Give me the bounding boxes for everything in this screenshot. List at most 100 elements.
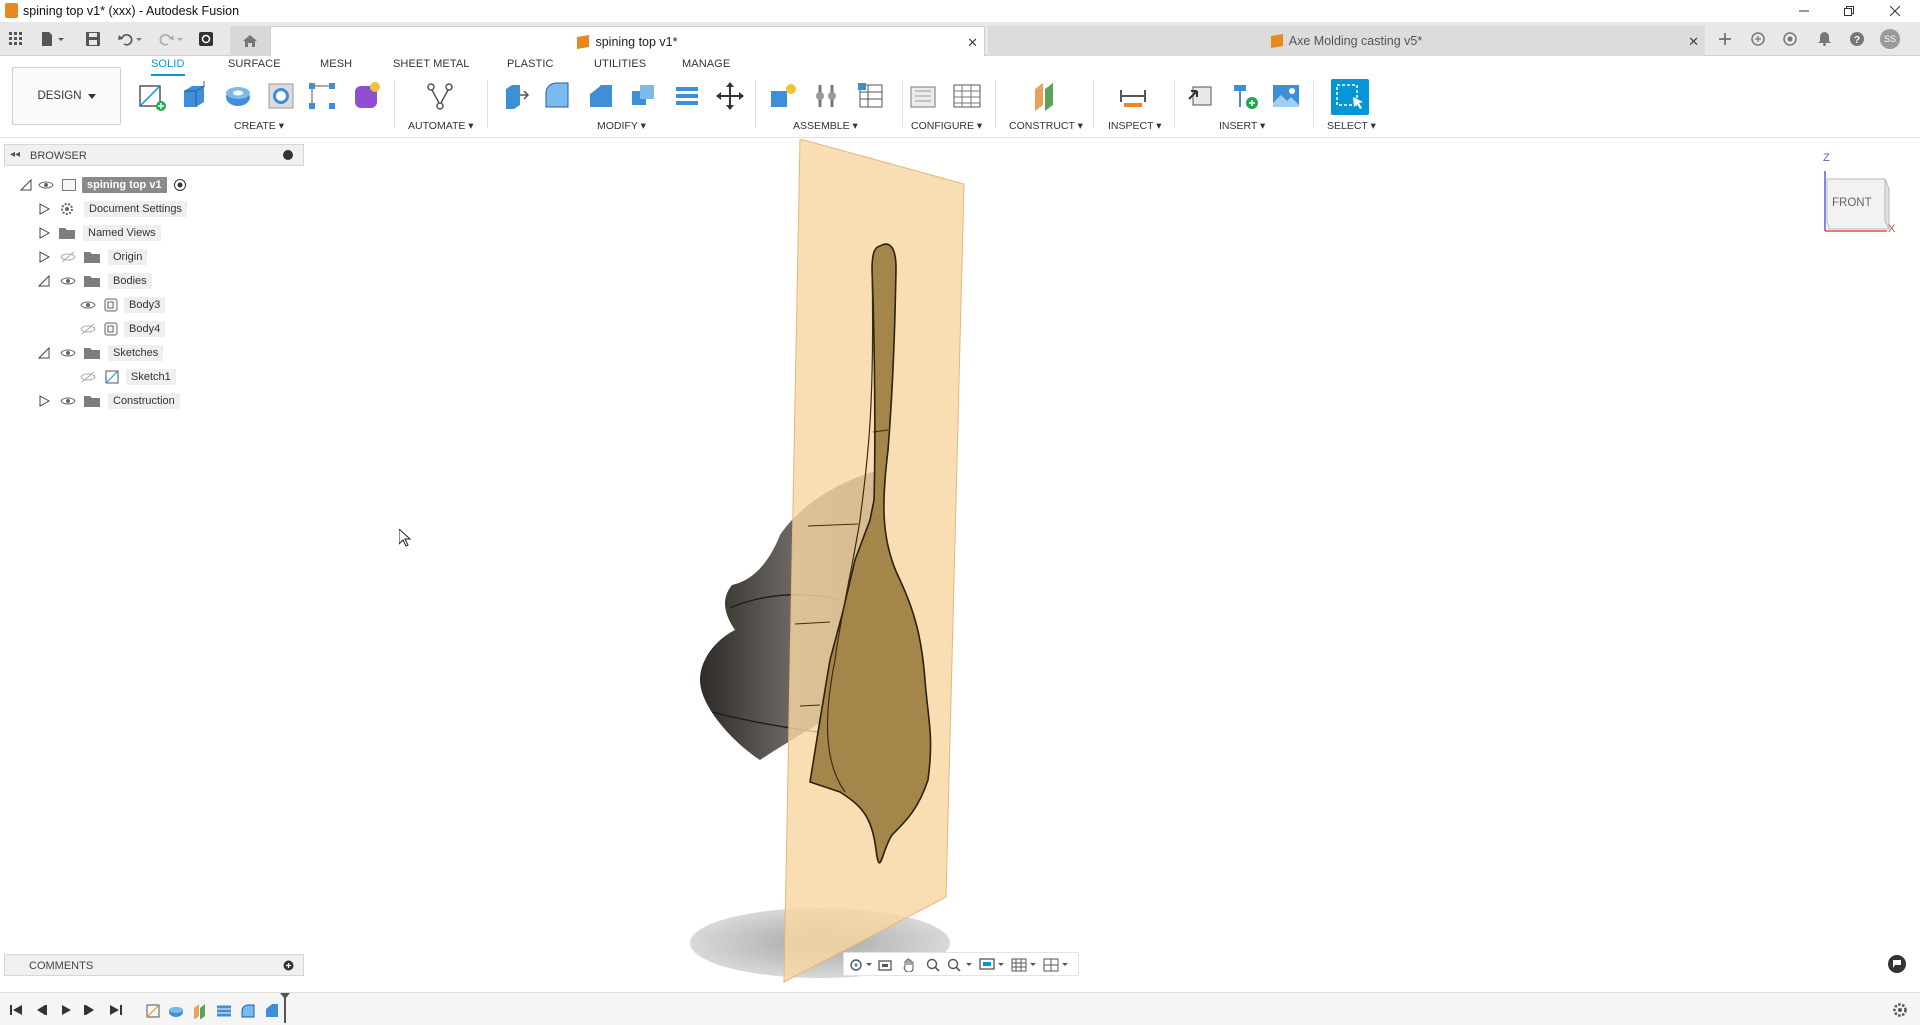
home-tab[interactable] (230, 26, 270, 56)
inspect-menu[interactable]: INSPECT ▾ (1108, 120, 1162, 132)
eye-icon[interactable] (60, 395, 76, 407)
close-tab-icon[interactable]: ✕ (1688, 34, 1699, 50)
close-tab-icon[interactable]: ✕ (967, 35, 978, 51)
fillet-icon[interactable] (540, 79, 574, 113)
chamfer-icon[interactable] (584, 79, 618, 113)
eye-icon[interactable] (60, 347, 76, 359)
insert-menu[interactable]: INSERT ▾ (1219, 120, 1265, 132)
form-icon[interactable] (349, 79, 383, 113)
timeline-construction-icon[interactable] (192, 1003, 208, 1019)
tree-root[interactable]: spining top v1 (20, 174, 187, 196)
pattern-icon[interactable] (305, 79, 339, 113)
tree-item-sketches[interactable]: Sketches (38, 342, 164, 364)
timeline-marker[interactable] (284, 995, 286, 1023)
step-forward-icon[interactable] (82, 1003, 98, 1017)
eye-icon[interactable] (38, 179, 54, 191)
tree-item-body3[interactable]: Body3 (80, 294, 166, 316)
grid-settings-icon[interactable] (1010, 956, 1038, 974)
eye-hidden-icon[interactable] (80, 323, 96, 335)
shell-icon[interactable] (626, 79, 660, 113)
eye-hidden-icon[interactable] (60, 251, 76, 263)
tab-utilities[interactable]: UTILITIES (594, 58, 646, 76)
tab-sheet-metal[interactable]: SHEET METAL (393, 58, 470, 76)
select-menu[interactable]: SELECT ▾ (1327, 120, 1376, 132)
bill-of-materials-icon[interactable] (854, 79, 888, 113)
job-status-icon[interactable] (1780, 30, 1800, 48)
automate-menu[interactable]: AUTOMATE ▾ (408, 120, 474, 132)
fit-zoom-icon[interactable] (946, 956, 974, 974)
joint-icon[interactable] (810, 79, 844, 113)
go-to-start-icon[interactable] (8, 1003, 24, 1017)
collapsed-caret-icon[interactable] (38, 227, 50, 239)
minimize-button[interactable] (1781, 0, 1827, 22)
expanded-caret-icon[interactable] (20, 179, 32, 191)
restore-button[interactable] (1826, 0, 1872, 22)
tab-surface[interactable]: SURFACE (228, 58, 281, 76)
configure-icon[interactable] (907, 79, 941, 113)
viewports-icon[interactable] (1042, 956, 1070, 974)
panel-options-icon[interactable] (283, 150, 293, 160)
tab-plastic[interactable]: PLASTIC (507, 58, 554, 76)
new-component-icon[interactable] (765, 79, 799, 113)
tab-axe-molding[interactable]: Axe Molding casting v5* ✕ (988, 26, 1705, 56)
create-sketch-icon[interactable] (135, 79, 169, 113)
tab-spining-top[interactable]: spining top v1* ✕ (270, 26, 985, 56)
add-comment-icon[interactable] (283, 960, 294, 971)
pan-hand-icon[interactable] (900, 956, 918, 974)
press-pull-icon[interactable] (498, 79, 532, 113)
zoom-icon[interactable] (924, 956, 942, 974)
automate-icon[interactable] (423, 79, 457, 113)
comments-panel[interactable]: COMMENTS (4, 954, 304, 976)
insert-canvas-icon[interactable] (1269, 79, 1303, 113)
user-avatar[interactable]: SS (1880, 29, 1900, 49)
undo-icon[interactable] (116, 30, 146, 48)
offset-plane-icon[interactable] (1029, 79, 1063, 113)
new-tab-icon[interactable] (1715, 30, 1735, 48)
tab-manage[interactable]: MANAGE (682, 58, 730, 76)
construct-menu[interactable]: CONSTRUCT ▾ (1009, 120, 1083, 132)
tree-item-named-views[interactable]: Named Views (38, 222, 161, 244)
save-icon[interactable] (83, 30, 103, 48)
hole-icon[interactable] (264, 79, 298, 113)
data-panel-icon[interactable] (196, 30, 216, 48)
insert-mcmaster-icon[interactable] (1228, 79, 1262, 113)
app-grid-icon[interactable] (6, 30, 26, 48)
display-settings-icon[interactable] (978, 956, 1006, 974)
tree-item-origin[interactable]: Origin (38, 246, 148, 268)
expanded-caret-icon[interactable] (38, 275, 50, 287)
activate-radio-icon[interactable] (173, 178, 187, 192)
timeline-sketch-icon[interactable] (145, 1003, 161, 1019)
viewcube[interactable]: Z X FRONT (1815, 152, 1895, 235)
combine-icon[interactable] (670, 79, 704, 113)
timeline-fillet-icon[interactable] (240, 1003, 256, 1019)
play-icon[interactable] (58, 1003, 74, 1017)
collapsed-caret-icon[interactable] (38, 251, 50, 263)
tree-item-sketch1[interactable]: Sketch1 (80, 366, 176, 388)
tree-root-label[interactable]: spining top v1 (82, 177, 167, 193)
assemble-menu[interactable]: ASSEMBLE ▾ (793, 120, 858, 132)
modify-menu[interactable]: MODIFY ▾ (597, 120, 646, 132)
timeline-split-icon[interactable] (216, 1003, 232, 1019)
measure-icon[interactable] (1116, 79, 1150, 113)
select-tool-icon[interactable] (1331, 79, 1369, 115)
tab-solid[interactable]: SOLID (151, 58, 185, 76)
extrude-icon[interactable] (177, 79, 211, 113)
close-window-button[interactable] (1872, 0, 1918, 22)
tree-item-bodies[interactable]: Bodies (38, 270, 152, 292)
timeline-revolve-icon[interactable] (168, 1003, 184, 1019)
eye-icon[interactable] (60, 275, 76, 287)
notifications-bell-icon[interactable] (1814, 30, 1834, 48)
timeline-shell-icon[interactable] (264, 1003, 280, 1019)
collapse-panel-icon[interactable]: ◂◂ (10, 149, 20, 160)
create-menu[interactable]: CREATE ▾ (234, 120, 284, 132)
file-menu-icon[interactable] (38, 30, 68, 48)
tree-item-construction[interactable]: Construction (38, 390, 180, 412)
step-back-icon[interactable] (33, 1003, 49, 1017)
configure-menu[interactable]: CONFIGURE ▾ (911, 120, 982, 132)
redo-icon[interactable] (157, 30, 187, 48)
chat-bubble-icon[interactable] (1888, 955, 1906, 973)
move-copy-icon[interactable] (713, 79, 747, 113)
timeline-settings-gear-icon[interactable] (1892, 1002, 1908, 1018)
tree-item-body4[interactable]: Body4 (80, 318, 166, 340)
orbit-icon[interactable] (848, 956, 874, 974)
